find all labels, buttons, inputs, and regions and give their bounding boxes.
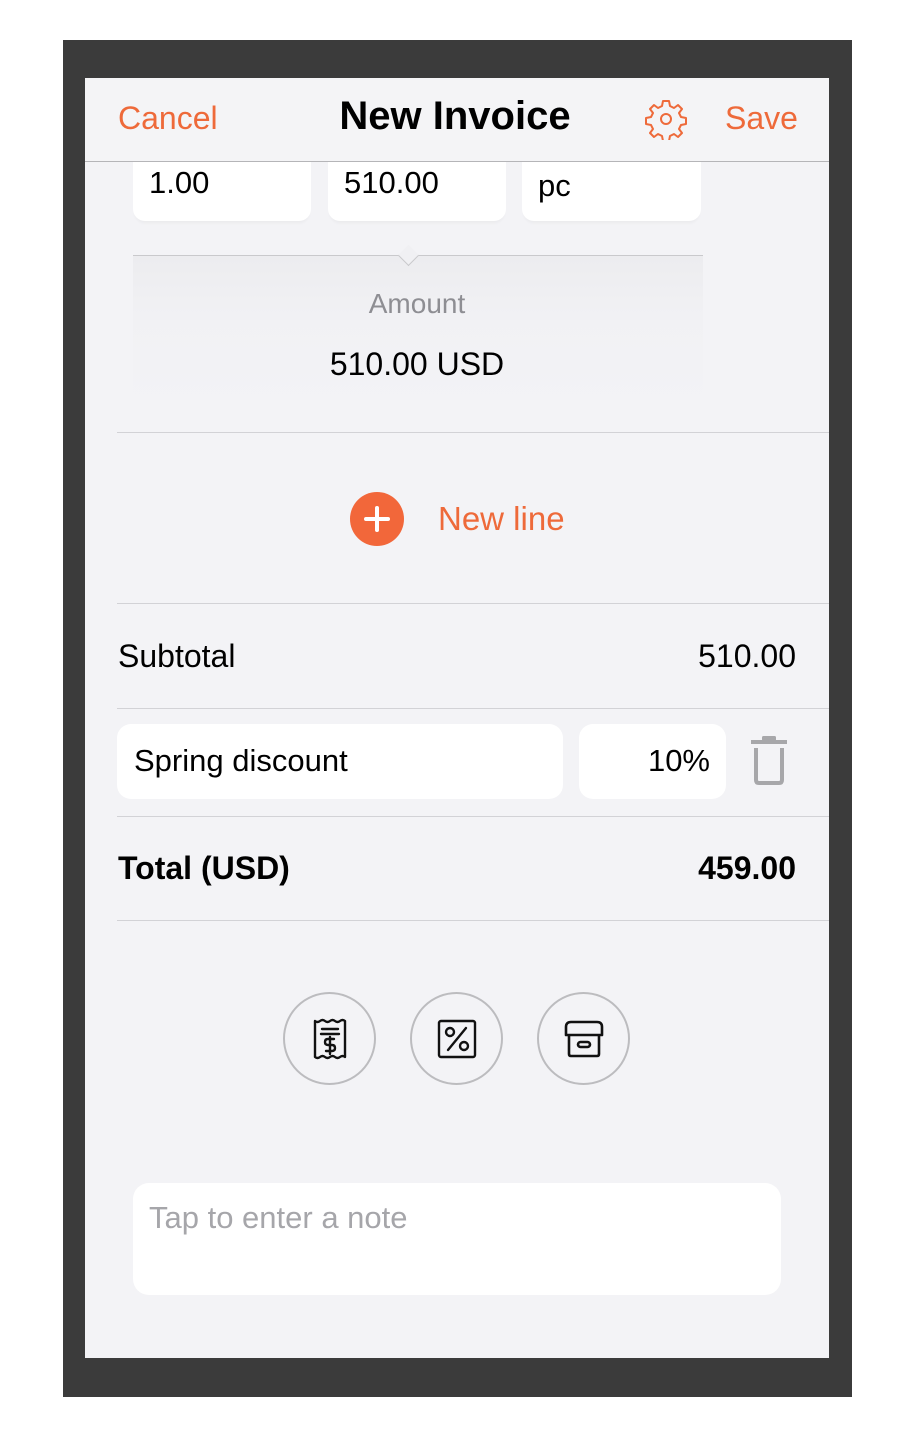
page-title: New Invoice (85, 94, 829, 139)
trash-icon (751, 736, 787, 785)
divider (117, 603, 829, 604)
discount-percent-field[interactable]: 10% (579, 724, 726, 799)
percent-icon (437, 1019, 476, 1058)
navigation-bar: Cancel New Invoice Save (85, 78, 829, 162)
unit-value: pc (538, 168, 571, 203)
receipt-button[interactable] (283, 992, 376, 1085)
amount-panel (133, 256, 703, 406)
archive-box-icon (564, 1020, 603, 1057)
delete-discount-button[interactable] (749, 736, 789, 786)
discount-percent-value: 10% (647, 743, 710, 778)
gear-icon (645, 100, 687, 142)
invoice-screen: Cancel New Invoice Save 1.00 510.00 pc A… (85, 78, 829, 1358)
unit-price-value: 510.00 (344, 165, 439, 200)
divider (117, 816, 829, 817)
new-line-label: New line (438, 500, 565, 537)
total-value: 459.00 (698, 850, 796, 886)
amount-label: Amount (368, 288, 466, 319)
amount-value: 510.00 USD (329, 346, 505, 382)
save-button[interactable]: Save (725, 100, 798, 137)
subtotal-label: Subtotal (118, 638, 236, 674)
plus-circle-icon (350, 492, 404, 546)
note-placeholder: Tap to enter a note (149, 1200, 408, 1235)
discount-name-field[interactable]: Spring discount (117, 724, 563, 799)
archive-button[interactable] (537, 992, 630, 1085)
page-title-text: New Invoice (339, 94, 571, 138)
quantity-value: 1.00 (149, 165, 210, 200)
receipt-dollar-icon (313, 1018, 346, 1059)
settings-button[interactable] (645, 98, 687, 142)
divider (117, 708, 829, 709)
subtotal-value: 510.00 (698, 638, 796, 674)
discount-button[interactable] (410, 992, 503, 1085)
divider (117, 920, 829, 921)
divider (117, 432, 829, 433)
note-input[interactable]: Tap to enter a note (133, 1183, 781, 1295)
discount-name-value: Spring discount (134, 743, 348, 778)
new-line-button[interactable]: New line (350, 492, 565, 546)
total-label: Total (USD) (118, 850, 290, 886)
